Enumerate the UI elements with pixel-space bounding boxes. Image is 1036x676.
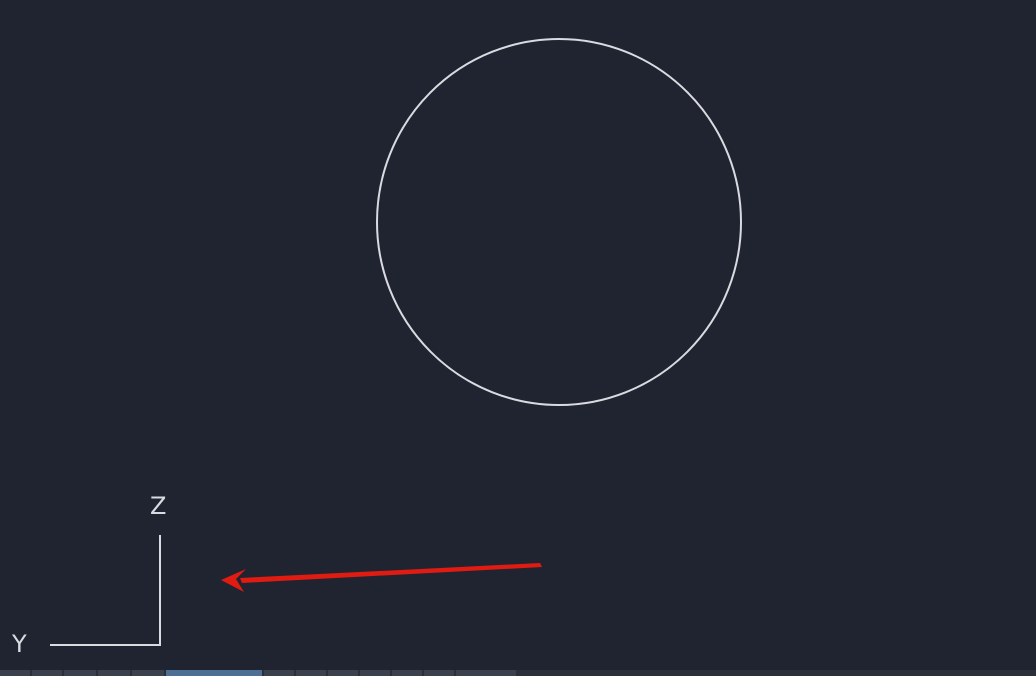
status-tab[interactable]: [64, 670, 96, 676]
status-tab[interactable]: [0, 670, 30, 676]
drawing-canvas[interactable]: [0, 0, 1036, 670]
status-tab[interactable]: [424, 670, 454, 676]
status-tab[interactable]: [296, 670, 326, 676]
arrow-shaft: [240, 563, 542, 583]
status-tab-active[interactable]: [166, 670, 262, 676]
status-tab[interactable]: [132, 670, 164, 676]
status-tab[interactable]: [328, 670, 358, 676]
status-tab[interactable]: [98, 670, 130, 676]
cad-application: Z Y: [0, 0, 1036, 676]
status-tab[interactable]: [456, 670, 516, 676]
status-tab[interactable]: [264, 670, 294, 676]
ucs-y-label: Y: [12, 630, 27, 658]
status-bar: [0, 670, 1036, 676]
status-tab[interactable]: [32, 670, 62, 676]
circle-entity[interactable]: [376, 38, 742, 406]
ucs-z-label: Z: [150, 492, 167, 520]
status-tab[interactable]: [392, 670, 422, 676]
status-tab[interactable]: [360, 670, 390, 676]
drawing-viewport[interactable]: Z Y: [0, 0, 1036, 670]
red-arrow-icon: [221, 563, 542, 592]
ucs-icon: [50, 535, 161, 646]
